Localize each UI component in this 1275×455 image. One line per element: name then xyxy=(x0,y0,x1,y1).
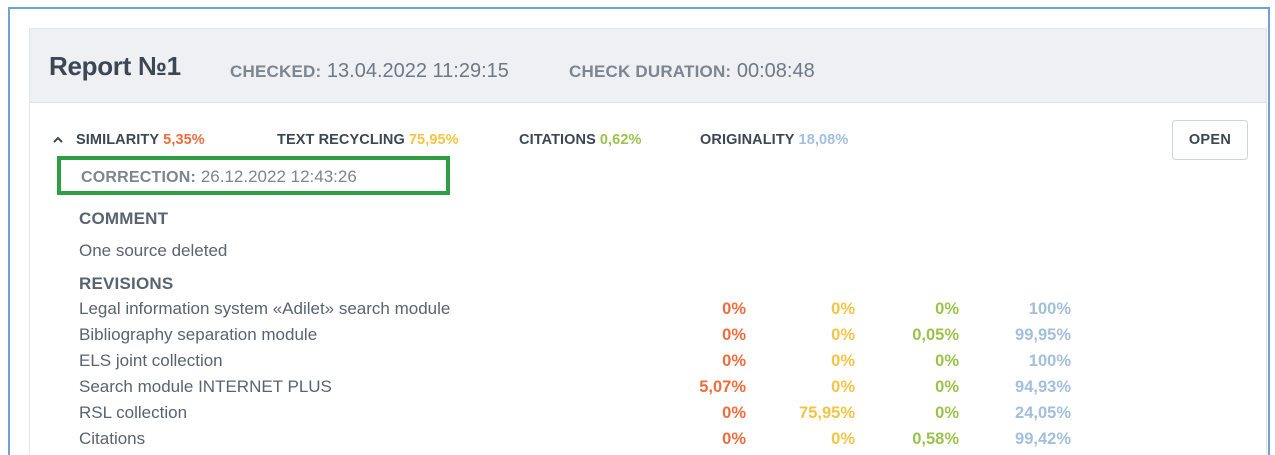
correction-line: CORRECTION: 26.12.2022 12:43:26 xyxy=(81,167,357,187)
revision-similarity: 5,07% xyxy=(699,378,746,396)
similarity-stat: SIMILARITY 5,35% xyxy=(76,132,205,148)
revision-row: ELS joint collection 0% 0% 0% 100% xyxy=(79,351,1071,377)
revision-similarity: 0% xyxy=(722,352,746,370)
revision-source-name: ELS joint collection xyxy=(79,351,223,370)
open-button[interactable]: OPEN xyxy=(1172,120,1248,160)
revision-recycling: 0% xyxy=(831,378,855,396)
report-card: Report №1 CHECKED: 13.04.2022 11:29:15 C… xyxy=(29,28,1267,455)
revision-source-name: Search module INTERNET PLUS xyxy=(79,377,332,396)
revision-originality: 94,93% xyxy=(1015,378,1071,396)
revision-recycling: 0% xyxy=(831,430,855,448)
revision-recycling: 0% xyxy=(831,352,855,370)
similarity-value: 5,35% xyxy=(163,132,205,148)
revision-citations: 0,58% xyxy=(912,430,959,448)
checked-value: 13.04.2022 11:29:15 xyxy=(326,60,509,82)
revision-similarity: 0% xyxy=(722,300,746,318)
originality-label: ORIGINALITY xyxy=(700,132,795,148)
report-header: Report №1 CHECKED: 13.04.2022 11:29:15 C… xyxy=(30,29,1266,103)
revision-recycling: 0% xyxy=(831,326,855,344)
revision-row: RSL collection 0% 75,95% 0% 24,05% xyxy=(79,403,1071,429)
checked-meta: CHECKED: 13.04.2022 11:29:15 xyxy=(230,60,509,83)
chevron-up-icon[interactable] xyxy=(52,134,64,146)
revision-citations: 0,05% xyxy=(912,326,959,344)
citations-value: 0,62% xyxy=(599,132,642,148)
revision-row: Search module INTERNET PLUS 5,07% 0% 0% … xyxy=(79,377,1071,403)
revisions-heading: REVISIONS xyxy=(79,274,174,293)
revision-similarity: 0% xyxy=(722,326,746,344)
correction-label: CORRECTION: xyxy=(81,169,197,186)
revision-citations: 0% xyxy=(935,378,959,396)
revision-citations: 0% xyxy=(935,404,959,422)
screenshot-frame: Report №1 CHECKED: 13.04.2022 11:29:15 C… xyxy=(8,7,1270,455)
correction-value: 26.12.2022 12:43:26 xyxy=(200,167,357,186)
revision-originality: 99,42% xyxy=(1015,430,1071,448)
duration-value: 00:08:48 xyxy=(736,60,815,82)
revision-originality: 100% xyxy=(1028,300,1071,318)
recycling-value: 75,95% xyxy=(408,132,459,148)
duration-label: CHECK DURATION: xyxy=(569,62,732,81)
revision-row: Citations 0% 0% 0,58% 99,42% xyxy=(79,429,1071,455)
recycling-stat: TEXT RECYCLING 75,95% xyxy=(277,132,459,148)
comment-text: One source deleted xyxy=(79,241,228,260)
revision-similarity: 0% xyxy=(722,404,746,422)
revision-originality: 100% xyxy=(1028,352,1071,370)
citations-stat: CITATIONS 0,62% xyxy=(519,132,642,148)
duration-meta: CHECK DURATION: 00:08:48 xyxy=(569,60,815,83)
revision-row: Legal information system «Adilet» search… xyxy=(79,299,1071,325)
revision-citations: 0% xyxy=(935,352,959,370)
report-title: Report №1 xyxy=(49,51,181,81)
revision-source-name: Bibliography separation module xyxy=(79,325,318,344)
comment-heading: COMMENT xyxy=(79,209,169,228)
revision-citations: 0% xyxy=(935,300,959,318)
recycling-label: TEXT RECYCLING xyxy=(277,132,405,148)
revision-similarity: 0% xyxy=(722,430,746,448)
similarity-label: SIMILARITY xyxy=(76,132,160,148)
revision-originality: 99,95% xyxy=(1015,326,1071,344)
citations-label: CITATIONS xyxy=(519,132,596,148)
revision-source-name: Citations xyxy=(79,429,146,448)
revision-recycling: 75,95% xyxy=(799,404,855,422)
originality-stat: ORIGINALITY 18,08% xyxy=(700,132,848,148)
revision-source-name: Legal information system «Adilet» search… xyxy=(79,299,451,318)
revision-originality: 24,05% xyxy=(1015,404,1071,422)
revision-source-name: RSL collection xyxy=(79,403,188,422)
checked-label: CHECKED: xyxy=(230,62,322,81)
originality-value: 18,08% xyxy=(798,132,849,148)
revision-row: Bibliography separation module 0% 0% 0,0… xyxy=(79,325,1071,351)
revision-recycling: 0% xyxy=(831,300,855,318)
